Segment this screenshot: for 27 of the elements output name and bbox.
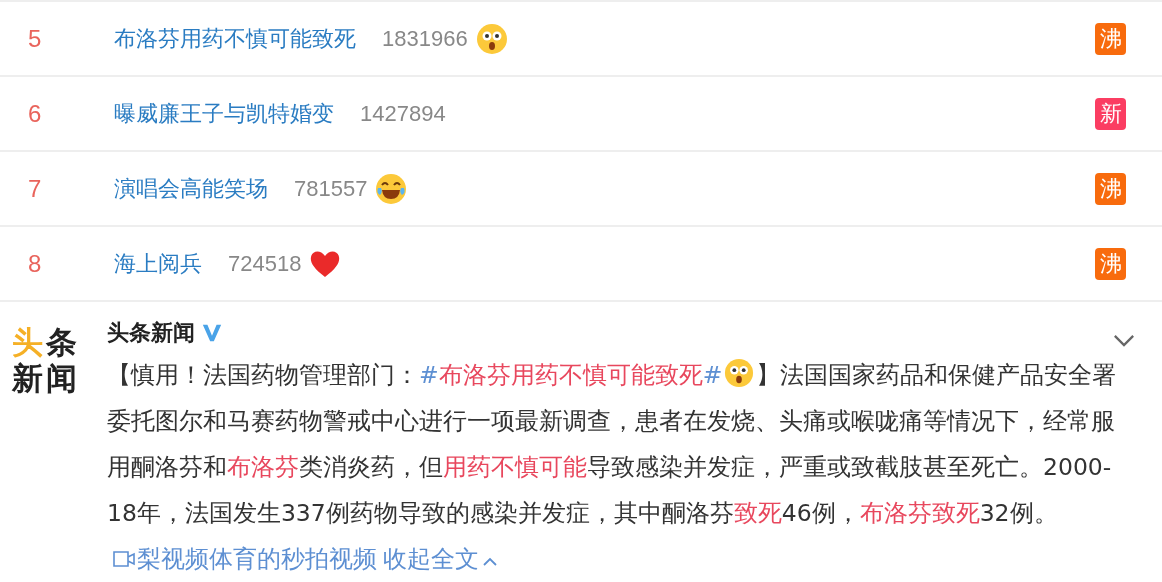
surprised-face-icon <box>475 22 508 55</box>
heat-count: 724518 <box>228 250 302 277</box>
heat-count: 781557 <box>294 175 368 202</box>
topic-link[interactable]: 海上阅兵 <box>114 248 202 279</box>
video-link[interactable]: 梨视频体育的秒拍视频 <box>113 545 377 573</box>
post-text: 【慎用！法国药物管理部门：#布洛芬用药不慎可能致死# 】法国国家药品和保健产品安全署委托图尔和马赛药物警戒中心进行一项最新调查，患者在发烧、头痛或喉咙痛等情况下，经常服用酮洛芬和布洛芬类消炎药，但用药不慎可能导致感染并发症，严重或致截肢甚至死亡。2000-18年，法国发生337例药物导致的感染并发症，其中酮洛芬致死46例，布洛芬致死32例。 梨视频体育的秒拍视频 收起全文 <box>107 352 1137 582</box>
topic-link[interactable]: 演唱会高能笑场 <box>114 173 268 204</box>
topic-link[interactable]: 布洛芬用药不慎可能致死 <box>114 23 356 54</box>
hot-badge: 新 <box>1095 97 1126 130</box>
hot-badge: 沸 <box>1095 172 1126 205</box>
heat-count: 1831966 <box>382 25 468 52</box>
hot-badge: 沸 <box>1095 22 1126 55</box>
chevron-down-icon[interactable] <box>1113 333 1135 347</box>
surprised-face-icon <box>724 358 755 388</box>
rank-number: 7 <box>28 174 43 203</box>
hot-badge: 沸 <box>1095 247 1126 280</box>
rank-number: 5 <box>28 24 43 53</box>
laughing-face-icon <box>375 172 408 205</box>
author-name[interactable]: 头条新闻 <box>107 318 195 348</box>
collapse-link[interactable]: 收起全文 <box>383 545 497 573</box>
chevron-up-icon <box>483 557 497 567</box>
news-logo: 头条 新闻 <box>12 324 78 396</box>
video-icon <box>113 551 135 567</box>
rank-number: 8 <box>28 249 43 278</box>
topic-link[interactable]: 曝威廉王子与凯特婚变 <box>114 98 334 129</box>
heat-count: 1427894 <box>360 100 446 127</box>
rank-number: 6 <box>28 99 43 128</box>
